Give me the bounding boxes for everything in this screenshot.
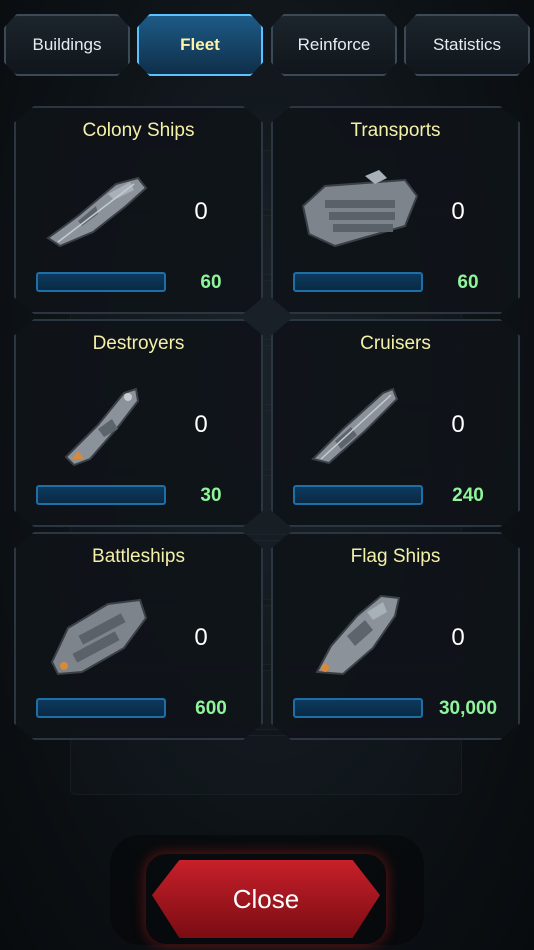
- close-button[interactable]: Close: [152, 860, 380, 938]
- battleship-icon: [50, 598, 148, 676]
- flag-ship-icon: [315, 594, 401, 676]
- fleet-card-flag-ships[interactable]: Flag Ships 0 30,000: [271, 532, 520, 740]
- ship-count: 0: [194, 198, 208, 225]
- ship-count: 0: [451, 411, 465, 438]
- tab-label: Fleet: [180, 35, 220, 54]
- progress-bar: [36, 698, 166, 718]
- tab-label: Buildings: [32, 35, 102, 54]
- fleet-card-battleships[interactable]: Battleships 0 600: [14, 532, 263, 740]
- close-label: Close: [232, 883, 300, 914]
- progress-bar: [293, 485, 423, 505]
- colony-ship-icon: [46, 176, 148, 248]
- progress-bar: [293, 698, 423, 718]
- ship-count: 0: [451, 624, 465, 651]
- ship-cost: 240: [452, 485, 484, 506]
- transport-ship-icon: [301, 170, 419, 248]
- fleet-card-destroyers[interactable]: Destroyers 0 30: [14, 319, 263, 527]
- progress-bar: [36, 485, 166, 505]
- fleet-card-cruisers[interactable]: Cruisers 0 240: [271, 319, 520, 527]
- fleet-card-colony-ships[interactable]: Colony Ships 0 60: [14, 106, 263, 314]
- ship-cost: 30,000: [438, 698, 498, 719]
- tab-label: Statistics: [432, 35, 502, 54]
- ship-cost: 30: [200, 485, 222, 506]
- ship-count: 0: [451, 198, 465, 225]
- tab-buildings[interactable]: Buildings: [4, 14, 130, 76]
- fleet-card-transports[interactable]: Transports 0 60: [271, 106, 520, 314]
- tab-statistics[interactable]: Statistics: [404, 14, 530, 76]
- close-button-frame: Close: [152, 860, 380, 938]
- ship-cost: 600: [195, 698, 227, 719]
- ship-count: 0: [194, 624, 208, 651]
- tab-label: Reinforce: [297, 35, 371, 54]
- card-title: Transports: [350, 120, 441, 141]
- ship-cost: 60: [457, 272, 479, 293]
- card-title: Cruisers: [360, 333, 431, 354]
- ship-count: 0: [194, 411, 208, 438]
- ship-cost: 60: [200, 272, 222, 293]
- card-title: Colony Ships: [82, 120, 195, 141]
- card-title: Battleships: [92, 546, 185, 567]
- progress-bar: [36, 272, 166, 292]
- tab-reinforce[interactable]: Reinforce: [271, 14, 397, 76]
- tab-fleet[interactable]: Fleet: [137, 14, 263, 76]
- card-title: Destroyers: [92, 333, 185, 354]
- cruiser-ship-icon: [311, 387, 399, 465]
- card-title: Flag Ships: [350, 546, 441, 567]
- progress-bar: [293, 272, 423, 292]
- destroyer-ship-icon: [64, 387, 140, 467]
- tab-bar: Buildings Fleet Reinforce Statistics: [0, 14, 534, 78]
